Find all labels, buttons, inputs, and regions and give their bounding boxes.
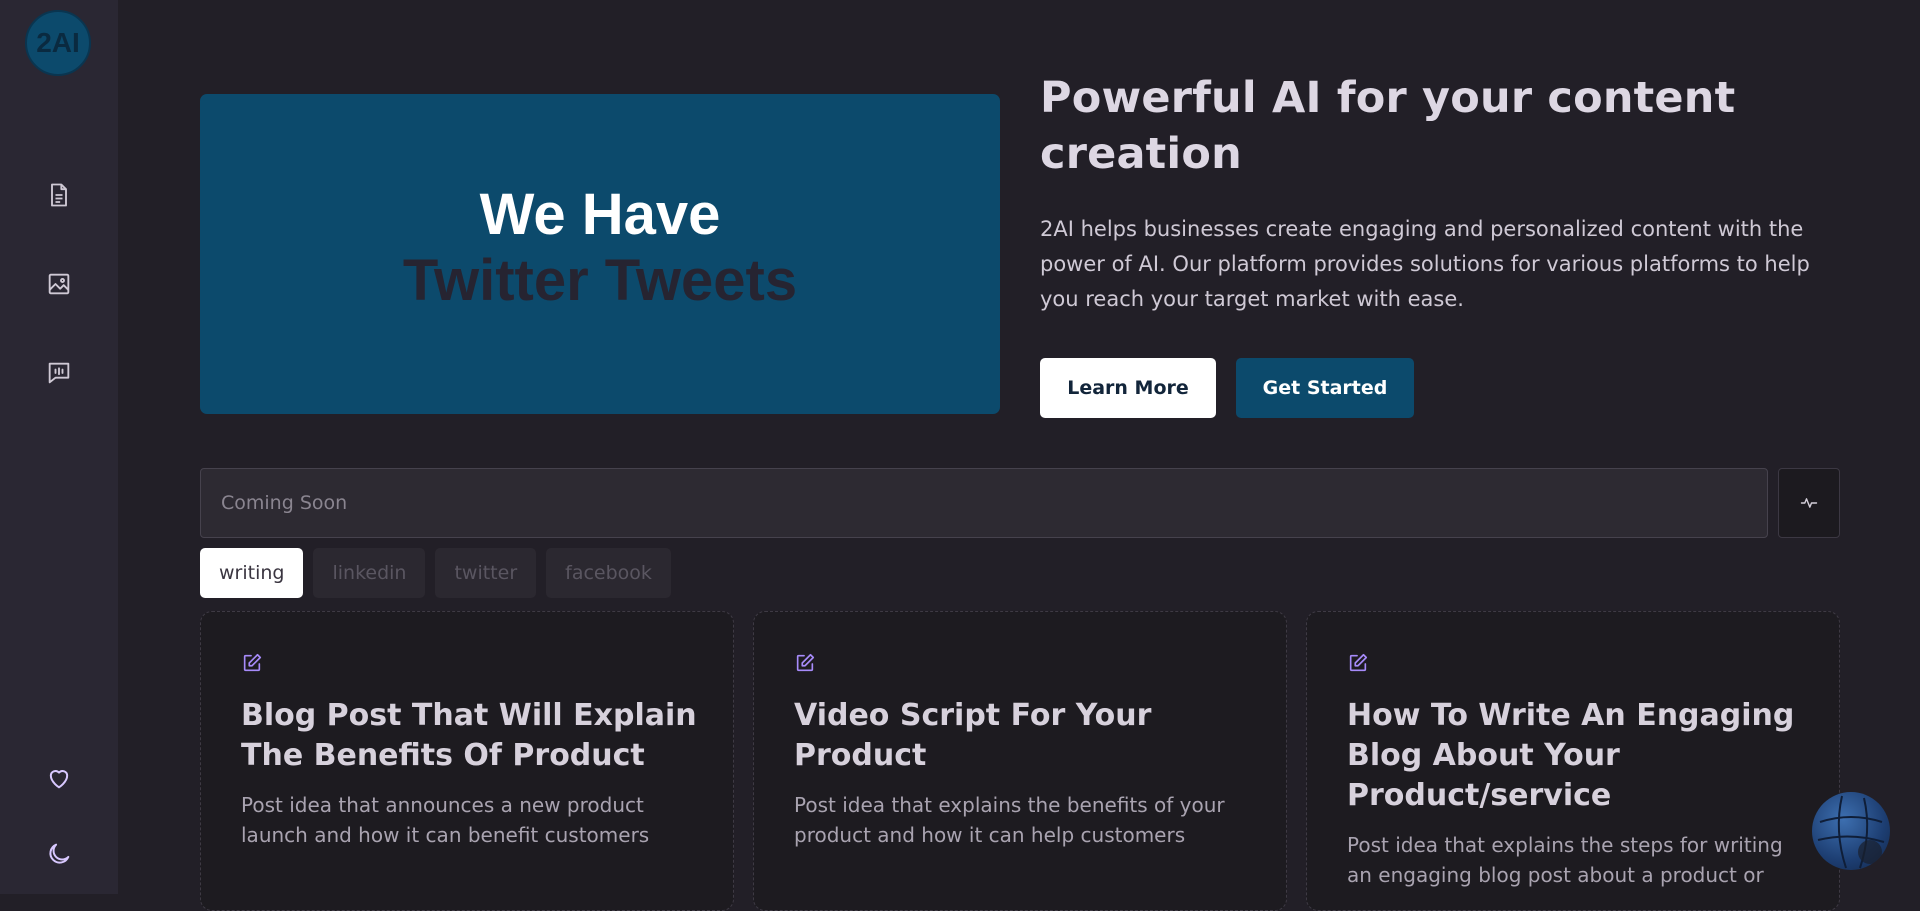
card-description: Post idea that explains the steps for wr… bbox=[1347, 833, 1783, 887]
globe-icon bbox=[1817, 795, 1885, 869]
tab-writing[interactable]: writing bbox=[200, 548, 304, 598]
logo-text: 2AI bbox=[36, 27, 80, 58]
activity-button[interactable] bbox=[1778, 468, 1840, 538]
edit-icon bbox=[796, 653, 815, 672]
app-logo[interactable]: 2AI bbox=[25, 10, 91, 76]
tab-twitter[interactable]: twitter bbox=[435, 548, 537, 598]
banner-line-1: We Have bbox=[479, 182, 721, 247]
template-card[interactable]: Video Script For Your Product Post idea … bbox=[753, 611, 1287, 911]
edit-icon bbox=[1349, 653, 1368, 672]
hero-title: Powerful AI for your content creation bbox=[1040, 73, 1736, 179]
heart-icon[interactable] bbox=[45, 764, 73, 792]
tab-linkedin[interactable]: linkedin bbox=[313, 548, 426, 598]
edit-icon bbox=[243, 653, 262, 672]
document-icon[interactable] bbox=[45, 181, 73, 209]
card-description: Post idea that explains the benefits of … bbox=[794, 793, 1225, 847]
get-started-button[interactable]: Get Started bbox=[1236, 358, 1414, 418]
main-content: We Have Twitter Tweets Powerful AI for y… bbox=[118, 0, 1920, 911]
learn-more-button[interactable]: Learn More bbox=[1040, 358, 1216, 418]
banner-line-2: Twitter Tweets bbox=[402, 248, 798, 313]
card-title: Video Script For Your Product bbox=[794, 698, 1152, 773]
category-tabs: writing linkedin twitter facebook bbox=[200, 548, 671, 598]
chat-assistant-avatar[interactable] bbox=[1812, 792, 1890, 870]
template-card[interactable]: Blog Post That Will Explain The Benefits… bbox=[200, 611, 734, 911]
activity-icon bbox=[1800, 498, 1818, 508]
image-icon[interactable] bbox=[45, 270, 73, 298]
card-title: How To Write An Engaging Blog About Your… bbox=[1347, 698, 1795, 813]
search-box bbox=[200, 468, 1768, 538]
hero-banner: We Have Twitter Tweets bbox=[200, 94, 1000, 414]
card-title: Blog Post That Will Explain The Benefits… bbox=[241, 698, 697, 773]
template-card[interactable]: How To Write An Engaging Blog About Your… bbox=[1306, 611, 1840, 911]
voice-chat-icon[interactable] bbox=[45, 359, 73, 387]
moon-icon[interactable] bbox=[45, 840, 73, 868]
hero-description: 2AI helps businesses create engaging and… bbox=[1040, 217, 1810, 311]
search-input[interactable] bbox=[201, 469, 1767, 537]
card-description: Post idea that announces a new product l… bbox=[241, 793, 650, 847]
tab-facebook[interactable]: facebook bbox=[546, 548, 671, 598]
sidebar: 2AI bbox=[0, 0, 118, 894]
